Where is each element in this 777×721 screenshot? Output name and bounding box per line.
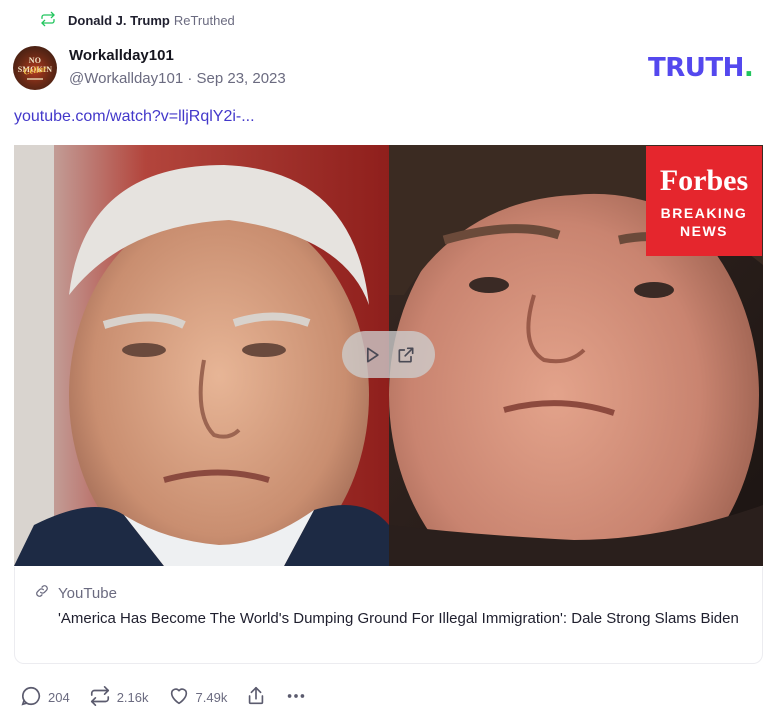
share-icon	[245, 685, 267, 710]
forbes-badge: Forbes BREAKING NEWS	[646, 146, 762, 256]
link-card-title[interactable]: 'America Has Become The World's Dumping …	[58, 608, 748, 629]
video-controls	[342, 331, 435, 378]
play-icon[interactable]	[362, 345, 382, 365]
forbes-brand: Forbes	[659, 164, 749, 197]
heart-icon	[168, 685, 190, 710]
forbes-sub-1: BREAKING	[660, 205, 748, 221]
link-icon	[34, 583, 50, 603]
link-card-source: YouTube	[34, 583, 117, 603]
external-link-icon[interactable]	[396, 345, 416, 365]
reply-count: 204	[48, 689, 70, 705]
retruth-user[interactable]: Donald J. Trump	[68, 13, 170, 28]
like-count: 7.49k	[195, 689, 228, 705]
logo-dot: .	[743, 53, 754, 83]
truth-logo[interactable]: TRUTH.	[648, 53, 754, 83]
retruth-action: ReTruthed	[173, 13, 235, 28]
author-name[interactable]: Workallday101	[69, 47, 174, 64]
more-icon	[285, 685, 307, 710]
forbes-sub-2: NEWS	[680, 223, 728, 239]
action-bar: 204 2.16k 7.49k	[20, 685, 307, 709]
post-link[interactable]: youtube.com/watch?v=lljRqlY2i-...	[14, 108, 255, 126]
retruth-header: Donald J. Trump ReTruthed	[40, 11, 235, 30]
avatar-divider	[27, 78, 43, 80]
share-action[interactable]	[245, 685, 267, 710]
logo-text: TRUTH	[648, 53, 744, 83]
reply-action[interactable]: 204	[20, 685, 70, 710]
retruth-action-button[interactable]: 2.16k	[89, 685, 149, 710]
retruth-icon	[40, 11, 56, 30]
link-card-source-label: YouTube	[58, 584, 117, 602]
retruth-count: 2.16k	[116, 689, 149, 705]
retruth-count-icon	[89, 685, 111, 710]
reply-icon	[20, 685, 42, 710]
more-action[interactable]	[285, 685, 307, 710]
author-handle-date[interactable]: @Workallday101 · Sep 23, 2023	[69, 70, 286, 87]
like-action[interactable]: 7.49k	[168, 685, 228, 710]
avatar[interactable]: NO SMOKIN Cellar	[13, 46, 57, 90]
link-card[interactable]: YouTube 'America Has Become The World's …	[14, 567, 763, 664]
